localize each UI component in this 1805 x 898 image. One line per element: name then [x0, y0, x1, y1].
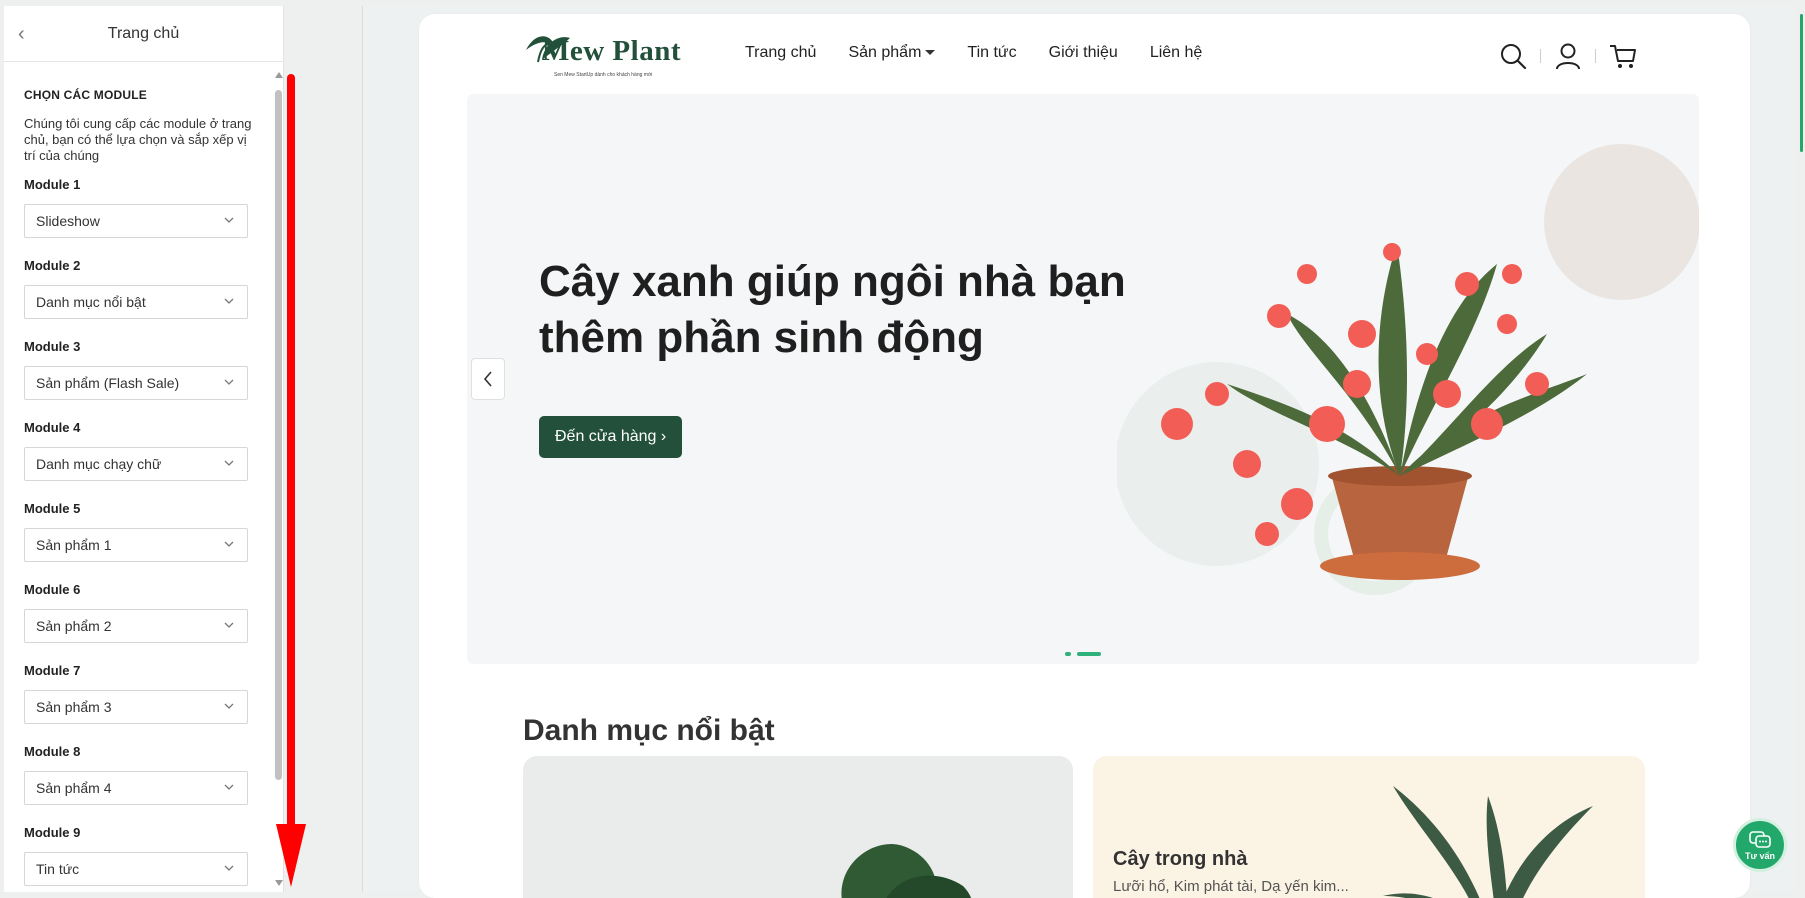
panel-header: ‹ Trang chủ — [4, 6, 283, 62]
chevron-left-icon — [483, 371, 492, 387]
chevron-down-icon — [224, 379, 234, 385]
chat-icon — [1749, 830, 1771, 848]
hero-heading: Cây xanh giúp ngôi nhà bạn thêm phần sin… — [539, 257, 1126, 362]
nav-item[interactable]: Sản phẩm — [848, 44, 935, 62]
section-description: Chúng tôi cung cấp các module ở trang ch… — [24, 116, 252, 163]
category-card-indoor[interactable]: Cây trong nhà Lưỡi hổ, Kim phát tài, Dạ … — [1093, 756, 1645, 898]
panel-title: Trang chủ — [107, 24, 180, 42]
nav-item[interactable]: Liên hệ — [1150, 44, 1203, 62]
user-icon[interactable] — [1554, 42, 1582, 70]
module-field: Module 7 Sản phẩm 3 — [24, 663, 252, 724]
module-select-value: Sản phẩm (Flash Sale) — [36, 375, 180, 391]
chat-label: Tư vấn — [1744, 850, 1776, 861]
module-label: Module 5 — [24, 501, 81, 516]
module-field: Module 2 Danh mục nổi bật — [24, 258, 252, 319]
module-select-value: Slideshow — [36, 213, 100, 229]
slide-prev-button[interactable] — [471, 358, 505, 400]
module-label: Module 3 — [24, 339, 81, 354]
module-select-value: Danh mục nổi bật — [36, 294, 146, 310]
snake-plant-image — [1383, 786, 1593, 898]
module-select[interactable]: Danh mục chạy chữ — [24, 447, 248, 481]
module-label: Module 1 — [24, 177, 81, 192]
chevron-down-icon — [224, 460, 234, 466]
module-select[interactable]: Danh mục nổi bật — [24, 285, 248, 319]
module-select[interactable]: Sản phẩm 3 — [24, 690, 248, 724]
module-select-value: Sản phẩm 3 — [36, 699, 112, 715]
search-icon[interactable] — [1499, 42, 1527, 70]
module-field: Module 6 Sản phẩm 2 — [24, 582, 252, 643]
theme-editor-panel: ‹ Trang chủ CHỌN CÁC MODULE Chúng tôi cu… — [4, 6, 284, 892]
chevron-down-icon — [224, 703, 234, 709]
module-select[interactable]: Sản phẩm 1 — [24, 528, 248, 562]
module-select[interactable]: Tin tức — [24, 852, 248, 886]
module-field: Module 4 Danh mục chạy chữ — [24, 420, 252, 481]
chevron-down-icon — [224, 622, 234, 628]
back-icon[interactable]: ‹ — [18, 24, 25, 44]
panel-body: CHỌN CÁC MODULE Chúng tôi cung cấp các m… — [4, 70, 272, 890]
featured-categories-title: Danh mục nổi bật — [523, 714, 775, 747]
logo[interactable]: Mew Plant Sen Mew StartUp dành cho khách… — [524, 28, 699, 82]
module-label: Module 9 — [24, 825, 81, 840]
nav-item[interactable]: Trang chủ — [745, 44, 816, 62]
plant-leaf-image — [841, 844, 972, 898]
shop-now-button[interactable]: Đến cửa hàng › — [539, 416, 683, 458]
main-nav: Trang chủ Sản phẩm Tin tức Giới thiệu Liên h… — [745, 44, 1234, 62]
hero-slideshow: Cây xanh giúp ngôi nhà bạn thêm phần sin… — [467, 94, 1699, 664]
header-icons — [1499, 42, 1637, 70]
chevron-down-icon — [224, 784, 234, 790]
potted-plant-image — [1117, 144, 1699, 595]
module-select[interactable]: Sản phẩm 2 — [24, 609, 248, 643]
page-scrollbar-thumb[interactable] — [1800, 14, 1803, 152]
chevron-down-icon — [224, 217, 234, 223]
storefront-page: Mew Plant Sen Mew StartUp dành cho khách… — [419, 14, 1750, 898]
module-select[interactable]: Slideshow — [24, 204, 248, 238]
slide-dot[interactable] — [1065, 652, 1071, 656]
module-label: Module 4 — [24, 420, 81, 435]
module-label: Module 7 — [24, 663, 81, 678]
module-list: Module 1 Slideshow Module 2 Danh mục nổi bậ… — [24, 177, 252, 886]
chat-consult-button[interactable]: Tư vấn — [1733, 818, 1787, 872]
chevron-down-icon — [224, 865, 234, 871]
divider — [1540, 49, 1541, 63]
red-down-arrow-annotation — [276, 74, 306, 887]
module-label: Module 6 — [24, 582, 81, 597]
module-label: Module 8 — [24, 744, 81, 759]
module-field: Module 1 Slideshow — [24, 177, 252, 238]
divider — [1595, 49, 1596, 63]
module-label: Module 2 — [24, 258, 81, 273]
nav-item[interactable]: Tin tức — [967, 44, 1016, 62]
module-select[interactable]: Sản phẩm (Flash Sale) — [24, 366, 248, 400]
section-title: CHỌN CÁC MODULE — [24, 88, 147, 102]
chevron-down-icon — [224, 298, 234, 304]
site-preview: Mew Plant Sen Mew StartUp dành cho khách… — [362, 6, 1794, 898]
chevron-down-icon — [224, 541, 234, 547]
card-title: Cây trong nhà — [1113, 848, 1248, 870]
slide-dot[interactable] — [1077, 652, 1101, 656]
module-select-value: Tin tức — [36, 861, 80, 877]
module-select-value: Sản phẩm 2 — [36, 618, 112, 634]
module-field: Module 9 Tin tức — [24, 825, 252, 886]
module-field: Module 8 Sản phẩm 4 — [24, 744, 252, 805]
module-select-value: Sản phẩm 4 — [36, 780, 112, 796]
category-card[interactable] — [523, 756, 1073, 898]
module-select-value: Sản phẩm 1 — [36, 537, 112, 553]
logo-text: Mew Plant — [542, 35, 681, 67]
card-description: Lưỡi hổ, Kim phát tài, Dạ yến kim... — [1113, 878, 1349, 895]
module-field: Module 5 Sản phẩm 1 — [24, 501, 252, 562]
module-select-value: Danh mục chạy chữ — [36, 456, 162, 472]
module-field: Module 3 Sản phẩm (Flash Sale) — [24, 339, 252, 400]
nav-item[interactable]: Giới thiệu — [1049, 44, 1118, 62]
slide-dots — [1065, 652, 1101, 656]
logo-tagline: Sen Mew StartUp dành cho khách hàng mới — [554, 72, 653, 78]
cart-icon[interactable] — [1609, 42, 1637, 70]
module-select[interactable]: Sản phẩm 4 — [24, 771, 248, 805]
